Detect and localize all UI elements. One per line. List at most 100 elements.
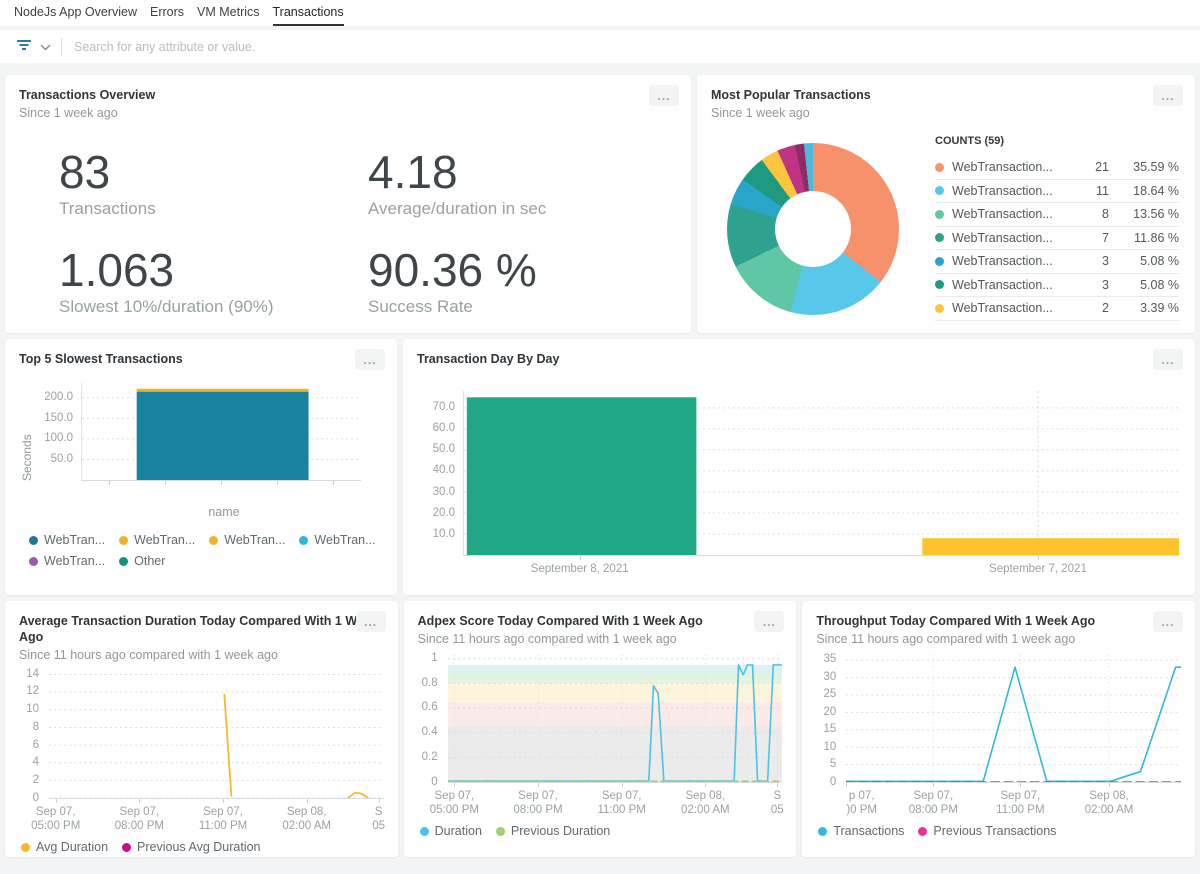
panel-menu-button[interactable]: ... bbox=[1153, 85, 1183, 106]
panel-title: Throughput Today Compared With 1 Week Ag… bbox=[816, 613, 1181, 629]
metric-label: Slowest 10%/duration (90%) bbox=[59, 297, 368, 317]
legend-dot-icon bbox=[119, 536, 128, 545]
facet-count: 11 bbox=[1075, 184, 1109, 198]
search-input[interactable] bbox=[74, 40, 1190, 54]
metric-label: Transactions bbox=[59, 199, 368, 219]
filter-search-bar bbox=[0, 30, 1200, 63]
y-axis-title: Seconds bbox=[19, 383, 35, 481]
metric-average-duration: 4.18 Average/duration in sec bbox=[368, 147, 677, 219]
facet-table-header: COUNTS (59) bbox=[935, 135, 1179, 147]
legend-item[interactable]: Duration bbox=[420, 824, 482, 838]
tab-nodejs-app-overview[interactable]: NodeJs App Overview bbox=[14, 0, 137, 26]
panel-subtitle: Since 11 hours ago compared with 1 week … bbox=[816, 631, 1181, 647]
facet-count: 2 bbox=[1075, 301, 1109, 315]
facet-color-dot-icon bbox=[935, 257, 944, 266]
plot-area bbox=[81, 383, 361, 481]
facet-color-dot-icon bbox=[935, 163, 944, 172]
panel-throughput: Throughput Today Compared With 1 Week Ag… bbox=[802, 601, 1195, 857]
legend-item[interactable]: WebTran... bbox=[29, 554, 105, 568]
panel-subtitle: Since 11 hours ago compared with 1 week … bbox=[19, 647, 384, 663]
legend-item[interactable]: Previous Duration bbox=[496, 824, 610, 838]
facet-name: WebTransaction... bbox=[952, 231, 1075, 245]
panel-subtitle: Since 1 week ago bbox=[19, 105, 677, 121]
facet-count: 7 bbox=[1075, 231, 1109, 245]
facet-table-row[interactable]: WebTransaction...1118.64 % bbox=[935, 180, 1179, 204]
filter-icon bbox=[16, 38, 32, 56]
legend-item[interactable]: Previous Avg Duration bbox=[122, 840, 260, 854]
y-axis: 05101520253035 bbox=[816, 655, 846, 783]
facet-percent: 3.39 % bbox=[1109, 301, 1179, 315]
legend-dot-icon bbox=[818, 827, 827, 836]
facet-table-row[interactable]: WebTransaction...2135.59 % bbox=[935, 156, 1179, 180]
throughput-line-chart: 05101520253035 p 07, )0 PMSep 07, 08:00 … bbox=[816, 655, 1181, 815]
panel-adpex-score: Adpex Score Today Compared With 1 Week A… bbox=[404, 601, 797, 857]
tab-transactions[interactable]: Transactions bbox=[273, 0, 344, 26]
y-axis: 00.20.40.60.81 bbox=[418, 655, 448, 783]
facet-color-dot-icon bbox=[935, 233, 944, 242]
panel-menu-button[interactable]: ... bbox=[1153, 611, 1183, 632]
legend-label: WebTran... bbox=[134, 533, 195, 547]
panel-title: Average Transaction Duration Today Compa… bbox=[19, 613, 384, 645]
panel-title: Adpex Score Today Compared With 1 Week A… bbox=[418, 613, 783, 629]
plot-area bbox=[448, 655, 783, 783]
legend-dot-icon bbox=[119, 557, 128, 566]
panel-menu-button[interactable]: ... bbox=[356, 611, 386, 632]
panel-menu-button[interactable]: ... bbox=[1153, 349, 1183, 370]
panel-subtitle: Since 1 week ago bbox=[711, 105, 1181, 121]
metric-label: Success Rate bbox=[368, 297, 677, 317]
facet-table-row[interactable]: WebTransaction...813.56 % bbox=[935, 203, 1179, 227]
legend-item[interactable]: WebTran... bbox=[29, 533, 105, 547]
metric-value: 83 bbox=[59, 147, 368, 197]
metric-transactions: 83 Transactions bbox=[59, 147, 368, 219]
billboard-metrics: 83 Transactions 4.18 Average/duration in… bbox=[19, 147, 677, 317]
panel-transactions-overview: Transactions Overview Since 1 week ago .… bbox=[5, 75, 691, 333]
panel-avg-transaction-duration: Average Transaction Duration Today Compa… bbox=[5, 601, 398, 857]
y-axis: 10.020.030.040.050.060.070.0 bbox=[417, 391, 463, 556]
legend-item[interactable]: Avg Duration bbox=[21, 840, 108, 854]
facet-count: 21 bbox=[1075, 160, 1109, 174]
facet-percent: 13.56 % bbox=[1109, 207, 1179, 221]
panel-title: Top 5 Slowest Transactions bbox=[19, 351, 383, 367]
chevron-down-icon bbox=[40, 38, 51, 56]
facet-percent: 35.59 % bbox=[1109, 160, 1179, 174]
facet-color-dot-icon bbox=[935, 304, 944, 313]
facet-name: WebTransaction... bbox=[952, 207, 1075, 221]
legend-item[interactable]: WebTran... bbox=[299, 533, 375, 547]
x-axis: Sep 07, 05:00 PMSep 07, 08:00 PMSep 07, … bbox=[448, 783, 783, 815]
facet-percent: 18.64 % bbox=[1109, 184, 1179, 198]
legend-dot-icon bbox=[209, 536, 218, 545]
facet-table-row[interactable]: WebTransaction...711.86 % bbox=[935, 227, 1179, 251]
legend-item[interactable]: WebTran... bbox=[119, 533, 195, 547]
panel-menu-button[interactable]: ... bbox=[649, 85, 679, 106]
legend-dot-icon bbox=[29, 557, 38, 566]
panel-menu-button[interactable]: ... bbox=[355, 349, 385, 370]
facet-table-row[interactable]: WebTransaction...35.08 % bbox=[935, 250, 1179, 274]
avg-duration-line-chart: 02468101214 Sep 07, 05:00 PMSep 07, 08:0… bbox=[19, 671, 384, 831]
legend-label: Previous Duration bbox=[511, 824, 610, 838]
facet-table-row[interactable]: WebTransaction...23.39 % bbox=[935, 297, 1179, 321]
legend-dot-icon bbox=[420, 827, 429, 836]
tab-errors[interactable]: Errors bbox=[150, 0, 184, 26]
facet-name: WebTransaction... bbox=[952, 254, 1075, 268]
legend-dot-icon bbox=[21, 843, 30, 852]
metric-value: 90.36 % bbox=[368, 245, 677, 295]
x-axis bbox=[81, 481, 361, 485]
chart-legend: Avg Duration Previous Avg Duration bbox=[19, 840, 384, 854]
legend-item[interactable]: Previous Transactions bbox=[918, 824, 1056, 838]
filter-button[interactable] bbox=[16, 38, 51, 56]
facet-name: WebTransaction... bbox=[952, 278, 1075, 292]
legend-label: Previous Avg Duration bbox=[137, 840, 260, 854]
legend-item[interactable]: Other bbox=[119, 554, 165, 568]
legend-item[interactable]: WebTran... bbox=[209, 533, 285, 547]
panel-transaction-day-by-day: Transaction Day By Day ... 10.020.030.04… bbox=[403, 339, 1195, 595]
facet-table-row[interactable]: WebTransaction...35.08 % bbox=[935, 274, 1179, 298]
metric-label: Average/duration in sec bbox=[368, 199, 677, 219]
facet-color-dot-icon bbox=[935, 280, 944, 289]
legend-item[interactable]: Transactions bbox=[818, 824, 904, 838]
panel-title: Most Popular Transactions bbox=[711, 87, 1181, 103]
panel-menu-button[interactable]: ... bbox=[754, 611, 784, 632]
facet-color-dot-icon bbox=[935, 210, 944, 219]
legend-dot-icon bbox=[918, 827, 927, 836]
legend-label: Transactions bbox=[833, 824, 904, 838]
tab-vm-metrics[interactable]: VM Metrics bbox=[197, 0, 260, 26]
